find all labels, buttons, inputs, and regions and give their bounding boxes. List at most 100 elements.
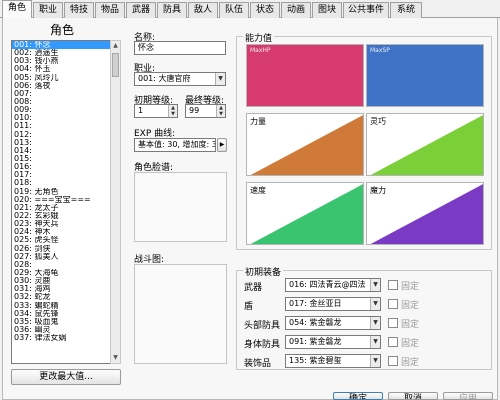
- stat-caption: MaxSP: [370, 47, 390, 54]
- tab-troops[interactable]: 队伍: [219, 2, 249, 18]
- role-list-item[interactable]: 033: 蝙蛇精: [12, 302, 120, 310]
- name-field[interactable]: 怀念: [134, 41, 226, 55]
- apply-button[interactable]: 应用: [443, 392, 493, 400]
- chevron-down-icon[interactable]: ▼: [370, 298, 380, 310]
- role-list-item[interactable]: 026: 剑侠: [12, 245, 120, 253]
- tab-states[interactable]: 状态: [250, 2, 280, 18]
- stat-fill: [247, 45, 363, 106]
- stat-card-strength[interactable]: 力量: [246, 113, 364, 176]
- tab-animations[interactable]: 动画: [281, 2, 311, 18]
- role-list-item[interactable]: 007:: [12, 90, 120, 98]
- role-list-item[interactable]: 012:: [12, 131, 120, 139]
- role-list-item[interactable]: 001: 怀念: [12, 41, 120, 50]
- stat-caption: 魔力: [370, 186, 386, 195]
- role-list-item[interactable]: 024: 神木: [12, 228, 120, 236]
- initial-level-stepper[interactable]: 1 ▲ ▼: [134, 104, 178, 118]
- battler-graphic-box[interactable]: [134, 264, 227, 364]
- role-list-item[interactable]: 027: 狐美人: [12, 253, 120, 261]
- role-list-item[interactable]: 013:: [12, 139, 120, 147]
- role-list-item[interactable]: 032: 蛇龙: [12, 293, 120, 301]
- tab-classes[interactable]: 职业: [33, 2, 63, 18]
- role-list-item[interactable]: 023: 神天兵: [12, 220, 120, 228]
- role-list-item[interactable]: 030: 灵鹿: [12, 277, 120, 285]
- chevron-down-icon[interactable]: ▼: [370, 336, 380, 348]
- equip-select-body-armor[interactable]: 091: 紫金磐龙 ▼: [285, 335, 381, 349]
- fixed-checkbox[interactable]: [388, 299, 398, 309]
- role-list-item[interactable]: 020: ===宝宝===: [12, 196, 120, 204]
- role-list-item[interactable]: 025: 虎头怪: [12, 236, 120, 244]
- tab-bar: 角色 职业 特技 物品 武器 防具 敌人 队伍 状态 动画 图块 公共事件 系统: [0, 0, 500, 19]
- chevron-down-icon[interactable]: ▼: [370, 317, 380, 329]
- stat-card-agility[interactable]: 速度: [246, 182, 364, 245]
- role-list-item[interactable]: 021: 龙太子: [12, 204, 120, 212]
- face-graphic-box[interactable]: [134, 172, 227, 242]
- tab-common-events[interactable]: 公共事件: [343, 2, 389, 18]
- equip-select-accessory[interactable]: 135: 紫金碧玺 ▼: [285, 354, 381, 368]
- stepper-arrows-icon[interactable]: ▲ ▼: [216, 105, 225, 117]
- role-list-item[interactable]: 034: 鼠先锋: [12, 310, 120, 318]
- stat-card-intelligence[interactable]: 魔力: [366, 182, 484, 245]
- tab-enemies[interactable]: 敌人: [188, 2, 218, 18]
- stat-caption: 力量: [250, 117, 266, 126]
- fixed-checkbox[interactable]: [388, 280, 398, 290]
- stat-card-maxhp[interactable]: MaxHP: [246, 44, 364, 107]
- exp-curve-button[interactable]: ▶: [217, 138, 227, 152]
- equip-select-weapon[interactable]: 016: 四法青云@四法 ▼: [285, 278, 381, 292]
- change-max-button[interactable]: 更改最大值...: [11, 369, 121, 385]
- exp-curve-field[interactable]: 基本值: 30, 增加度: 30: [134, 138, 216, 152]
- tab-system[interactable]: 系统: [390, 2, 422, 18]
- tab-skills[interactable]: 特技: [64, 2, 94, 18]
- chevron-down-icon[interactable]: ▼: [370, 355, 380, 367]
- chevron-down-icon[interactable]: ▼: [370, 279, 380, 291]
- role-list-item[interactable]: 018:: [12, 179, 120, 187]
- equip-label-accessory: 装饰品: [244, 359, 272, 369]
- stepper-arrows-icon[interactable]: ▲ ▼: [168, 105, 177, 117]
- role-list-item[interactable]: 008:: [12, 98, 120, 106]
- fixed-checkbox[interactable]: [388, 356, 398, 366]
- role-list-item[interactable]: 029: 大海龟: [12, 269, 120, 277]
- tab-weapons[interactable]: 武器: [126, 2, 156, 18]
- role-list-item[interactable]: 010:: [12, 114, 120, 122]
- equip-label-body-armor: 身体防具: [244, 340, 281, 350]
- cancel-button[interactable]: 取消: [388, 392, 438, 400]
- chevron-down-icon[interactable]: ▼: [215, 73, 225, 85]
- role-list-item[interactable]: 009:: [12, 106, 120, 114]
- role-list[interactable]: 001: 怀念 002: 逍遥生 003: 钱小燕 004: 怀玉 005: 凤玲儿 00…: [11, 40, 121, 364]
- stat-card-dexterity[interactable]: 灵巧: [366, 113, 484, 176]
- max-level-stepper[interactable]: 99 ▲ ▼: [185, 104, 226, 118]
- role-list-item[interactable]: 036: 幽灵: [12, 326, 120, 334]
- role-list-item[interactable]: 015:: [12, 155, 120, 163]
- ok-button[interactable]: 确定: [333, 392, 383, 400]
- role-list-scrollbar[interactable]: ▲ ▼: [110, 40, 121, 364]
- role-list-item[interactable]: 011:: [12, 122, 120, 130]
- tab-items[interactable]: 物品: [95, 2, 125, 18]
- tab-armors[interactable]: 防具: [157, 2, 187, 18]
- role-list-item[interactable]: 003: 钱小燕: [12, 57, 120, 65]
- role-list-item[interactable]: 002: 逍遥生: [12, 49, 120, 57]
- role-list-item[interactable]: 037: 律法女娲: [12, 334, 120, 342]
- tab-actors[interactable]: 角色: [2, 0, 32, 19]
- role-list-item[interactable]: 004: 怀玉: [12, 65, 120, 73]
- role-list-item[interactable]: 006: 落夜: [12, 82, 120, 90]
- role-list-item[interactable]: 019: 无角色: [12, 188, 120, 196]
- scroll-thumb[interactable]: [112, 53, 119, 77]
- stat-caption: 灵巧: [370, 117, 386, 126]
- fixed-checkbox[interactable]: [388, 337, 398, 347]
- role-list-item[interactable]: 022: 玄彩娥: [12, 212, 120, 220]
- role-list-item[interactable]: 028:: [12, 261, 120, 269]
- stat-caption: MaxHP: [250, 47, 271, 54]
- role-list-item[interactable]: 035: 吸血鬼: [12, 318, 120, 326]
- role-list-item[interactable]: 014:: [12, 147, 120, 155]
- scroll-up-icon[interactable]: ▲: [111, 41, 120, 51]
- role-list-item[interactable]: 016:: [12, 163, 120, 171]
- class-select[interactable]: 001: 大唐官府 ▼: [134, 72, 226, 86]
- role-list-item[interactable]: 017:: [12, 171, 120, 179]
- scroll-down-icon[interactable]: ▼: [111, 353, 120, 363]
- stat-card-maxsp[interactable]: MaxSP: [366, 44, 484, 107]
- tab-tilesets[interactable]: 图块: [312, 2, 342, 18]
- equip-select-helmet[interactable]: 054: 紫金磐龙 ▼: [285, 316, 381, 330]
- equip-select-shield[interactable]: 017: 金丝亚日 ▼: [285, 297, 381, 311]
- fixed-checkbox[interactable]: [388, 318, 398, 328]
- role-list-item[interactable]: 005: 凤玲儿: [12, 74, 120, 82]
- role-list-item[interactable]: 031: 海鸡: [12, 285, 120, 293]
